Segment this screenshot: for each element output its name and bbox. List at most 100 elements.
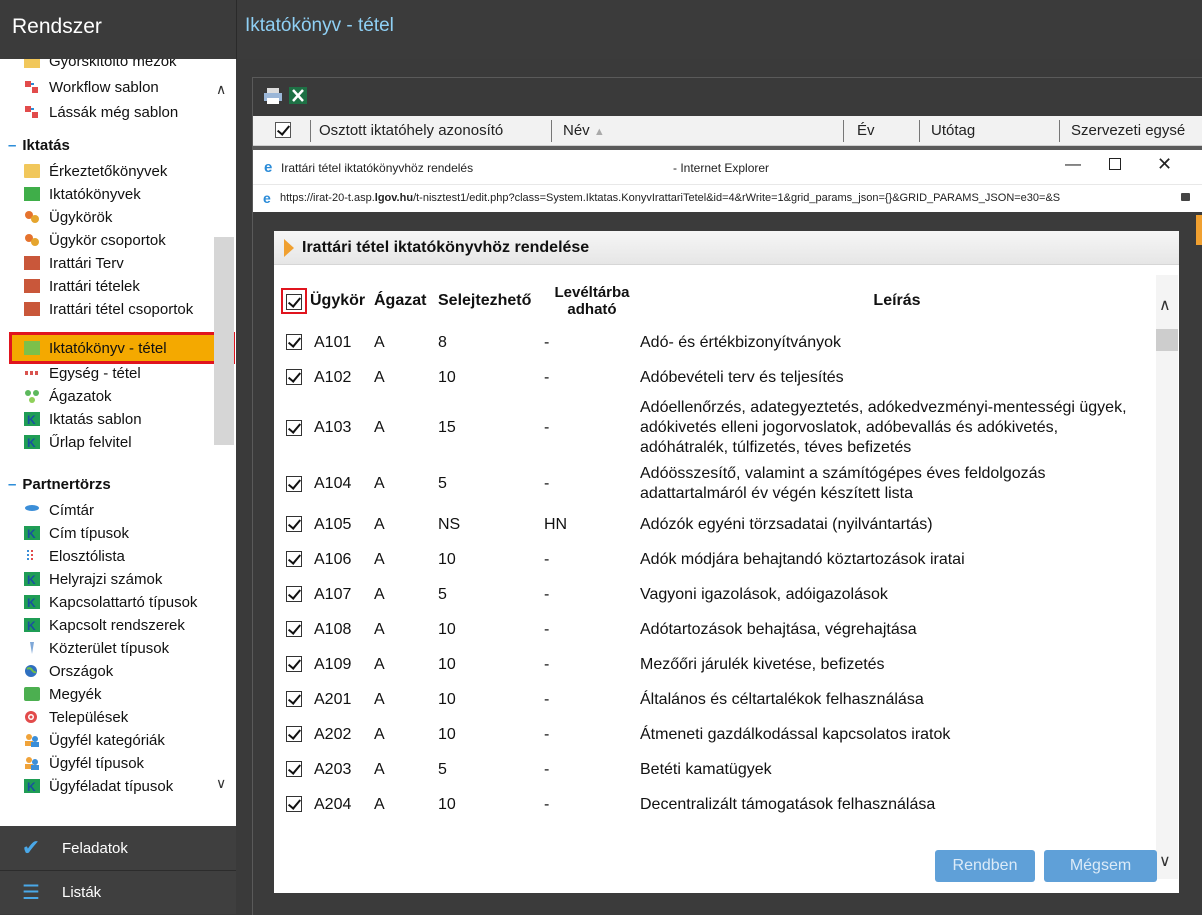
print-icon[interactable] — [263, 87, 283, 105]
sidebar-item-iktatokonyvek[interactable]: Iktatókönyvek — [24, 183, 141, 205]
sidebar-item-ugyfel-kategoriak[interactable]: Ügyfél kategóriák — [24, 729, 165, 751]
sidebar-item-iktatokonyv-tetel[interactable]: Iktatókönyv - tétel — [24, 337, 167, 359]
select-all-checkbox-empty[interactable] — [275, 122, 291, 138]
row-checkbox[interactable] — [286, 369, 302, 386]
row-checkbox[interactable] — [286, 726, 302, 743]
row-checkbox[interactable] — [286, 796, 302, 813]
scroll-up-icon[interactable]: ∧ — [216, 81, 226, 98]
dialog: Irattári tétel iktatókönyvhöz rendelése … — [274, 231, 1179, 893]
header-agazat[interactable]: Ágazat — [374, 277, 438, 325]
sidebar-item-kozterulet-tipusok[interactable]: Közterület típusok — [24, 637, 169, 659]
header-leiras[interactable]: Leírás — [640, 277, 1154, 325]
scroll-down-icon[interactable]: ∨ — [1159, 851, 1171, 871]
sidebar-item-telepulesek[interactable]: Települések — [24, 706, 128, 728]
sidebar-item-workflow-sablon[interactable]: Workflow sablon — [24, 76, 159, 98]
cancel-button[interactable]: Mégsem — [1044, 850, 1157, 882]
sidebar-item-lassak-meg-sablon[interactable]: Lássák még sablon — [24, 101, 178, 123]
column-header-nev[interactable]: Név ▲ — [563, 122, 605, 139]
excel-icon[interactable] — [289, 87, 309, 105]
nav-listak[interactable]: ☰ Listák — [0, 870, 236, 914]
table-row[interactable]: A102 A 10 - Adóbevételi terv és teljesítés — [274, 360, 1154, 395]
sidebar-item-irattari-terv[interactable]: Irattári Terv — [24, 252, 124, 274]
nav-feladatok[interactable]: ✔ Feladatok — [0, 826, 236, 870]
row-checkbox[interactable] — [286, 691, 302, 708]
sidebar-item-cim-tipusok[interactable]: K Cím típusok — [24, 522, 129, 544]
scroll-up-icon[interactable]: ∧ — [1159, 295, 1171, 315]
select-all-checkbox[interactable] — [286, 293, 302, 310]
row-checkbox[interactable] — [286, 516, 302, 533]
table-header-row: Ügykör Ágazat Selejtezhető Levéltárba ad… — [274, 277, 1154, 325]
sidebar-item-cimtar[interactable]: Címtár — [24, 499, 94, 521]
row-checkbox[interactable] — [286, 656, 302, 673]
table-row[interactable]: A202 A 10 - Átmeneti gazdálkodással kapcsola… — [274, 717, 1154, 752]
sidebar-item-kapcsolattarto-tipusok[interactable]: K Kapcsolattartó típusok — [24, 591, 197, 613]
sidebar-item-gyorskitolto[interactable]: Gyorskitöltő mezők — [24, 59, 177, 72]
table-row[interactable]: A106 A 10 - Adók módjára behajtandó köztarto… — [274, 542, 1154, 577]
sidebar-item-erkezteto[interactable]: Érkeztetőkönyvek — [24, 160, 167, 182]
table-row[interactable]: A104 A 5 - Adóösszesítő, valamint a számítóg… — [274, 461, 1154, 507]
column-header-ev[interactable]: Év — [857, 122, 875, 139]
header-leveltarba[interactable]: Levéltárba adható — [544, 277, 640, 325]
table-row[interactable]: A108 A 10 - Adótartozások behajtása, végreha… — [274, 612, 1154, 647]
row-checkbox[interactable] — [286, 621, 302, 638]
sidebar-section-iktatas[interactable]: – Iktatás — [8, 134, 70, 156]
sidebar-item-irattari-tetelek[interactable]: Irattári tételek — [24, 275, 140, 297]
dialog-scrollbar-thumb[interactable] — [1156, 329, 1178, 351]
address-bar[interactable]: e https://irat-20-t.asp.lgov.hu/t-niszte… — [253, 184, 1202, 212]
sidebar-item-helyrajzi-szamok[interactable]: K Helyrajzi számok — [24, 568, 162, 590]
close-icon[interactable]: ✕ — [1157, 154, 1172, 175]
sidebar-section-partnertorzs[interactable]: – Partnertörzs — [8, 473, 111, 495]
table-row[interactable]: A101 A 8 - Adó- és értékbizonyítványok — [274, 325, 1154, 360]
header-ugykor[interactable]: Ügykör — [310, 277, 374, 325]
sidebar-item-egyseg-tetel[interactable]: Egység - tétel — [24, 362, 141, 384]
sidebar-item-kapcsolt-rendszerek[interactable]: K Kapcsolt rendszerek — [24, 614, 185, 636]
column-divider — [310, 120, 311, 142]
cell-leveltar: - — [544, 690, 550, 708]
row-checkbox[interactable] — [286, 475, 302, 492]
sidebar-scrollbar-thumb[interactable] — [214, 237, 234, 445]
nav-label: Listák — [62, 884, 102, 901]
sidebar-item-ugyfel-tipusok[interactable]: Ügyfél típusok — [24, 752, 144, 774]
sidebar-item-ugyfeladat-tipusok[interactable]: K Ügyféladat típusok — [24, 775, 173, 797]
ok-button[interactable]: Rendben — [935, 850, 1035, 882]
sidebar-item-label: Ügykör csoportok — [49, 231, 166, 249]
scroll-down-icon[interactable]: ∨ — [216, 775, 226, 792]
cell-leveltar: - — [544, 419, 550, 436]
table-row[interactable]: A103 A 15 - Adóellenőrzés, adategyeztetés, a… — [274, 395, 1154, 461]
maximize-icon[interactable] — [1109, 158, 1121, 170]
table-row[interactable]: A107 A 5 - Vagyoni igazolások, adóigazolások — [274, 577, 1154, 612]
table-row[interactable]: A204 A 10 - Decentralizált támogatások felha… — [274, 787, 1154, 822]
header-selejtezheto[interactable]: Selejtezhető — [438, 277, 544, 325]
sidebar-item-agazatok[interactable]: Ágazatok — [24, 385, 112, 407]
row-checkbox[interactable] — [286, 419, 302, 436]
column-header-utotag[interactable]: Utótag — [931, 122, 975, 139]
sidebar-item-label: Lássák még sablon — [49, 103, 179, 121]
sidebar-item-orszagok[interactable]: Országok — [24, 660, 113, 682]
sidebar-item-irattari-tetel-csoportok[interactable]: Irattári tétel csoportok — [24, 298, 193, 320]
sidebar-item-ugykor-csoportok[interactable]: Ügykör csoportok — [24, 229, 166, 251]
k-icon: K — [24, 595, 40, 610]
table-row[interactable]: A203 A 5 - Betéti kamatügyek — [274, 752, 1154, 787]
system-title[interactable]: Rendszer — [12, 15, 102, 39]
column-header-osztott[interactable]: Osztott iktatóhely azonosító — [319, 122, 503, 139]
sidebar-item-megyek[interactable]: Megyék — [24, 683, 102, 705]
cell-leveltar: - — [544, 475, 550, 492]
column-header-szervezeti[interactable]: Szervezeti egysé — [1071, 122, 1185, 139]
dialog-scrollbar[interactable] — [1156, 275, 1178, 879]
row-checkbox[interactable] — [286, 761, 302, 778]
minimize-icon[interactable]: — — [1065, 156, 1081, 174]
row-checkbox[interactable] — [286, 586, 302, 603]
table-row[interactable]: A105 A NS HN Adózók egyéni törzsadatai (nyil… — [274, 507, 1154, 542]
row-checkbox[interactable] — [286, 551, 302, 568]
sidebar-item-iktatas-sablon[interactable]: K Iktatás sablon — [24, 408, 142, 430]
table-row[interactable]: A201 A 10 - Általános és céltartalékok felha… — [274, 682, 1154, 717]
sidebar-item-label: Ágazatok — [49, 387, 112, 405]
row-checkbox[interactable] — [286, 334, 302, 351]
grid-toolbar — [253, 78, 1202, 116]
sidebar-item-elosztolista[interactable]: Elosztólista — [24, 545, 125, 567]
sidebar-item-ugykorok[interactable]: Ügykörök — [24, 206, 112, 228]
sidebar-item-urlap-felvitel[interactable]: K Űrlap felvitel — [24, 431, 132, 453]
table-row[interactable]: A109 A 10 - Mezőőri járulék kivetése, befize… — [274, 647, 1154, 682]
list-icon — [24, 549, 40, 563]
dialog-title: Irattári tétel iktatókönyvhöz rendelése — [302, 239, 590, 256]
